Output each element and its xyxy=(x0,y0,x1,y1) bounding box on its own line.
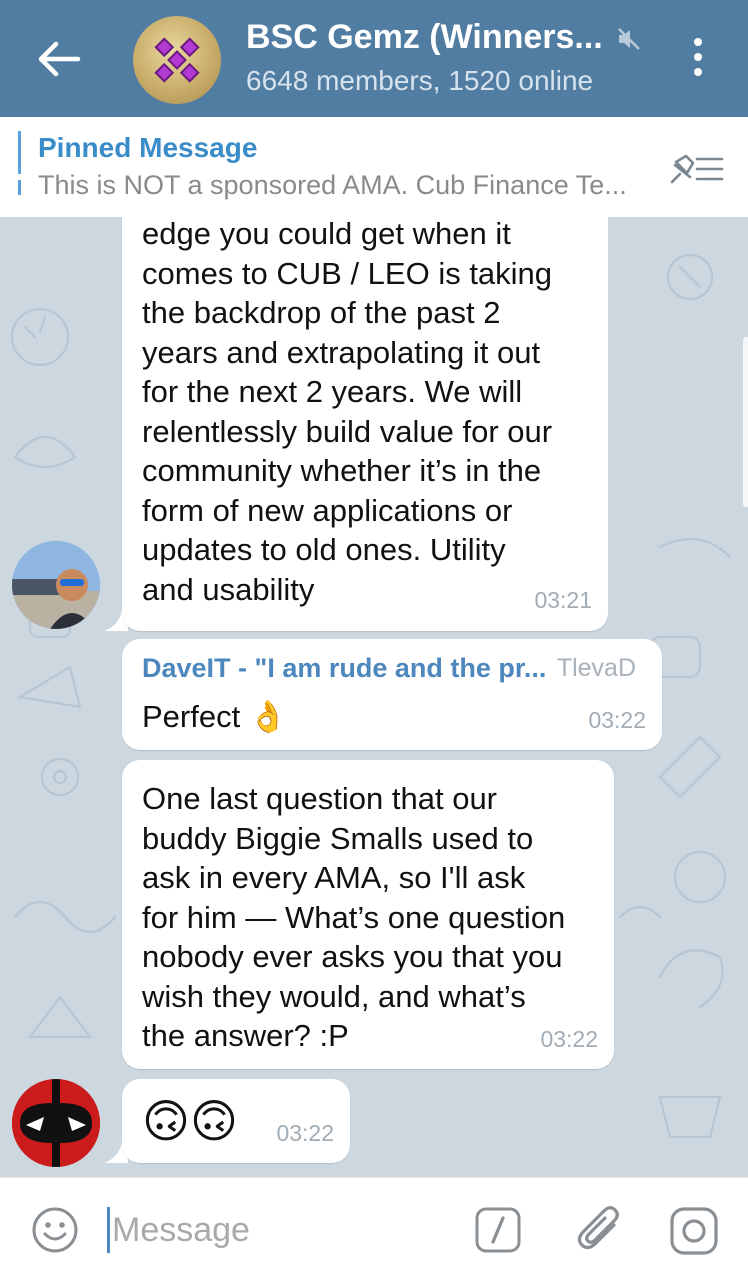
sender-name[interactable]: DaveIT - "I am rude and the pr... xyxy=(142,649,546,689)
message-time: 03:22 xyxy=(540,1025,598,1052)
message-text: edge you could get when it comes to CUB … xyxy=(142,217,553,607)
pinned-indicator xyxy=(18,131,21,174)
chat-member-count: 6648 members, 1520 online xyxy=(246,65,594,96)
message-list[interactable]: edge you could get when it comes to CUB … xyxy=(0,217,748,1177)
pinned-text: This is NOT a sponsored AMA. Cub Finance… xyxy=(38,170,627,200)
arrow-left-icon[interactable] xyxy=(34,37,82,81)
sender-avatar[interactable] xyxy=(12,1079,100,1167)
message-text: One last question that our buddy Biggie … xyxy=(142,781,566,1053)
scrollbar[interactable] xyxy=(743,337,748,507)
message-bubble[interactable]: 🙃🙃 03:22 xyxy=(122,1079,350,1163)
message-bubble[interactable]: edge you could get when it comes to CUB … xyxy=(122,217,608,631)
sender-title: TlevaD xyxy=(556,654,636,682)
pinned-label: Pinned Message xyxy=(38,132,258,163)
message-time: 03:21 xyxy=(534,586,592,613)
text-cursor xyxy=(107,1207,110,1253)
muted-speaker-icon xyxy=(618,28,640,50)
sender-avatar[interactable] xyxy=(12,541,100,629)
more-vertical-icon[interactable] xyxy=(686,38,710,82)
pinned-list-icon[interactable] xyxy=(667,152,725,186)
user-photo xyxy=(12,541,100,629)
message-bubble[interactable]: DaveIT - "I am rude and the pr... TlevaD… xyxy=(122,639,662,750)
instagram-camera-icon[interactable] xyxy=(668,1205,720,1257)
pinned-indicator-secondary xyxy=(18,180,21,195)
chat-title[interactable]: BSC Gemz (Winners... xyxy=(246,18,603,57)
slash-command-icon[interactable] xyxy=(474,1206,522,1254)
paperclip-icon[interactable] xyxy=(574,1203,624,1257)
binance-logo-icon xyxy=(154,37,200,83)
message-text: Perfect 👌 xyxy=(142,699,288,734)
message-time: 03:22 xyxy=(276,1119,334,1146)
message-time: 03:22 xyxy=(588,706,646,733)
deadpool-avatar-icon xyxy=(12,1079,100,1167)
message-bubble[interactable]: One last question that our buddy Biggie … xyxy=(122,760,614,1069)
message-input[interactable] xyxy=(112,1206,442,1254)
group-avatar[interactable] xyxy=(133,16,221,104)
emoji-text: 🙃🙃 xyxy=(142,1095,238,1147)
smile-icon[interactable] xyxy=(30,1205,80,1255)
chat-header: BSC Gemz (Winners... 6648 members, 1520 … xyxy=(0,0,748,117)
